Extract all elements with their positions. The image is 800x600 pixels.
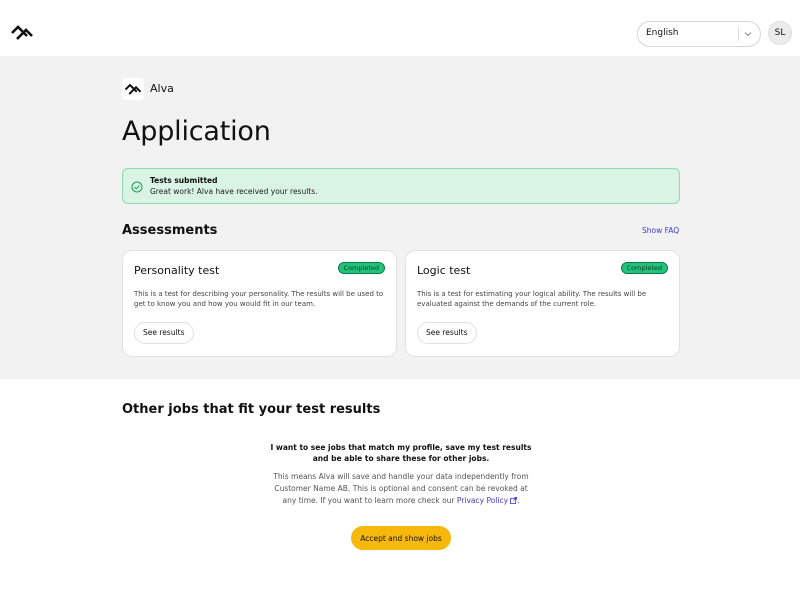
consent-title: I want to see jobs that match my profile…	[270, 443, 532, 463]
alva-logo-icon[interactable]	[10, 23, 34, 43]
application-section: Alva Application Tests submitted Great w…	[0, 56, 800, 379]
alva-logo-icon	[124, 83, 142, 95]
privacy-policy-link[interactable]: Privacy Policy	[456, 496, 518, 505]
language-select[interactable]: English	[637, 21, 761, 47]
other-jobs-heading: Other jobs that fit your test results	[122, 402, 381, 417]
check-circle-icon	[131, 181, 143, 193]
success-alert: Tests submitted Great work! Alva have re…	[122, 168, 680, 204]
brand-logo	[122, 78, 144, 100]
see-results-button[interactable]: See results	[417, 322, 477, 344]
page-title: Application	[122, 116, 271, 147]
consent-description: This means Alva will save and handle you…	[270, 471, 532, 507]
avatar-initials: SL	[774, 28, 786, 38]
accept-and-show-jobs-button[interactable]: Accept and show jobs	[351, 526, 451, 550]
consent-period: .	[517, 496, 520, 505]
top-bar: English SL	[0, 0, 800, 56]
see-results-button[interactable]: See results	[134, 322, 194, 344]
alert-title: Tests submitted	[150, 176, 218, 185]
select-divider	[738, 27, 739, 41]
card-title: Personality test	[134, 264, 220, 277]
assessments-heading: Assessments	[122, 223, 218, 238]
avatar[interactable]: SL	[768, 21, 792, 45]
card-title: Logic test	[417, 264, 471, 277]
company-name: Alva	[150, 82, 174, 95]
card-description: This is a test for describing your perso…	[134, 290, 384, 308]
chevron-down-icon	[744, 32, 752, 37]
assessment-card-personality: Personality test Completed This is a tes…	[122, 250, 397, 357]
status-badge: Completed	[620, 262, 668, 274]
external-link-icon	[510, 497, 518, 504]
privacy-policy-label: Privacy Policy	[456, 496, 509, 505]
language-select-value: English	[646, 28, 679, 38]
card-description: This is a test for estimating your logic…	[417, 290, 647, 308]
status-badge: Completed	[337, 262, 385, 274]
show-faq-link[interactable]: Show FAQ	[642, 226, 679, 235]
alert-message: Great work! Alva have received your resu…	[150, 187, 318, 196]
assessment-card-logic: Logic test Completed This is a test for …	[405, 250, 680, 357]
